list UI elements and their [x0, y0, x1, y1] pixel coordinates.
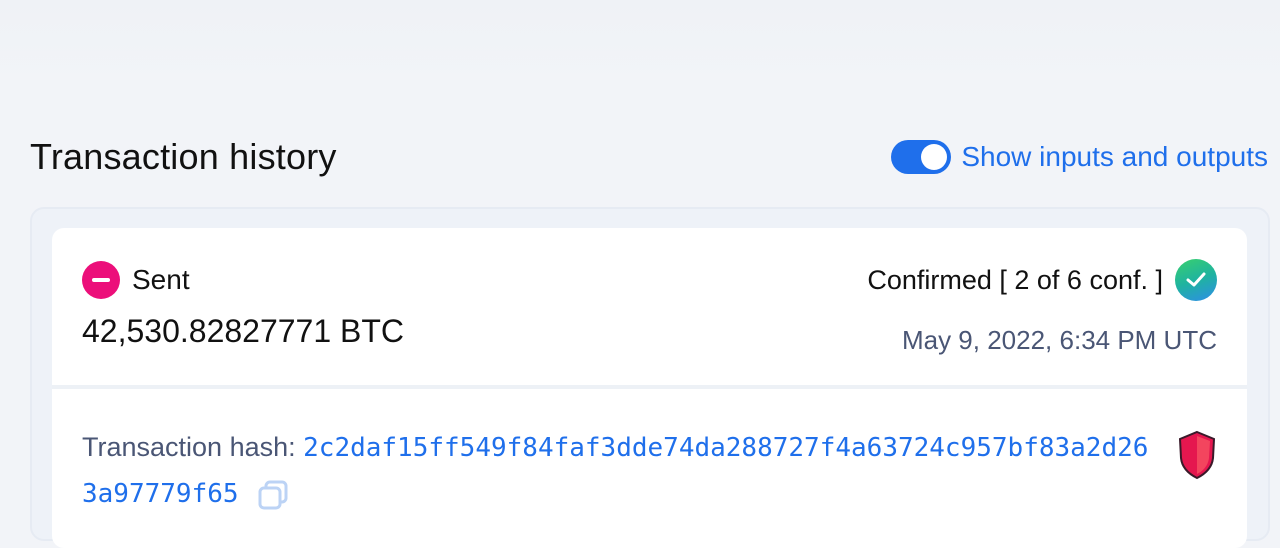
copy-icon[interactable]: [256, 478, 290, 512]
direction-label: Sent: [132, 264, 190, 295]
minus-circle-icon: [82, 261, 120, 299]
page-title: Transaction history: [30, 136, 337, 177]
check-circle-icon: [1175, 259, 1217, 301]
transaction-timestamp: May 9, 2022, 6:34 PM UTC: [901, 325, 1217, 355]
toggle-knob: [921, 144, 948, 170]
card-divider: [52, 385, 1247, 389]
hash-label: Transaction hash:: [82, 432, 296, 462]
shield-icon[interactable]: [1176, 430, 1218, 485]
section-header: Transaction history Show inputs and outp…: [30, 134, 1270, 182]
io-toggle-label[interactable]: Show inputs and outputs: [961, 141, 1268, 173]
transaction-amount: 42,530.82827771 BTC: [82, 313, 405, 349]
io-toggle-switch[interactable]: [891, 140, 952, 174]
top-band: [0, 0, 1280, 90]
io-toggle-control[interactable]: Show inputs and outputs: [891, 140, 1268, 174]
status-row: Confirmed [ 2 of 6 conf. ]: [867, 259, 1217, 301]
direction-row: Sent: [82, 261, 190, 299]
transaction-hash-block: Transaction hash: 2c2daf15ff549f84faf3dd…: [82, 425, 1162, 517]
confirmation-status: Confirmed [ 2 of 6 conf. ]: [867, 264, 1163, 295]
